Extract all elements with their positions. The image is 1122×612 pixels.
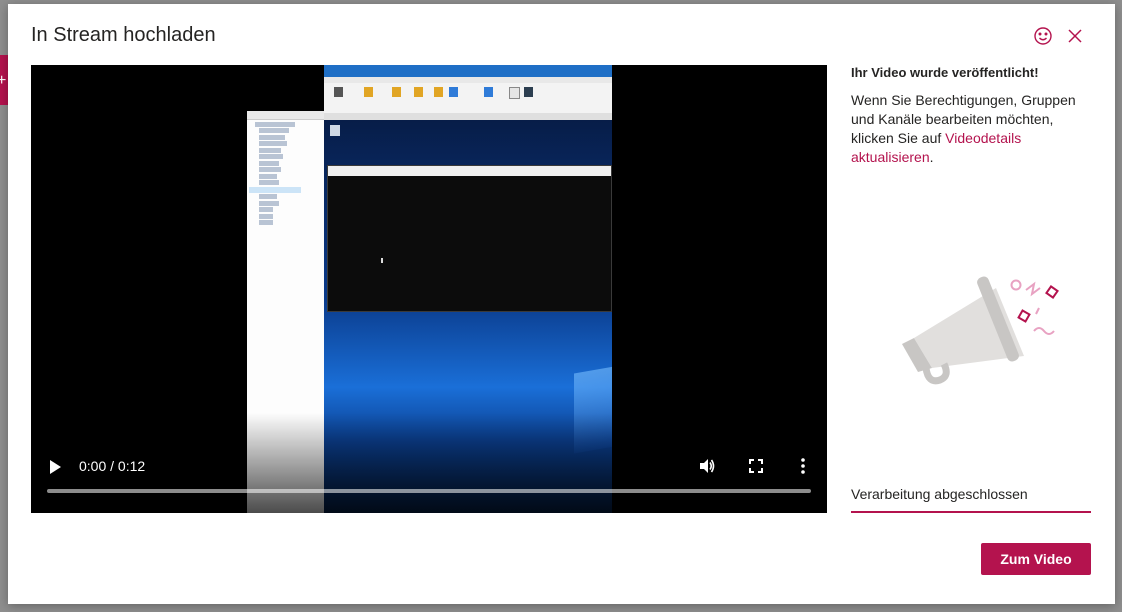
video-frame-console [327, 165, 612, 312]
processing-status: Verarbeitung abgeschlossen [851, 486, 1028, 502]
fullscreen-icon[interactable] [747, 457, 765, 475]
upload-dialog: In Stream hochladen 0:00 / 0:12 Ihr Vide… [8, 4, 1115, 604]
play-icon[interactable] [48, 459, 62, 475]
video-time: 0:00 / 0:12 [79, 458, 146, 474]
volume-icon[interactable] [698, 457, 716, 475]
video-player[interactable]: 0:00 / 0:12 [31, 65, 827, 513]
dialog-title: In Stream hochladen [31, 24, 216, 46]
publish-heading: Ihr Video wurde veröffentlicht! [851, 65, 1039, 80]
video-frame [247, 65, 612, 513]
processing-progress-line [851, 511, 1091, 513]
video-progress-bar[interactable] [47, 489, 811, 493]
go-to-video-button[interactable]: Zum Video [981, 543, 1091, 575]
publish-description: Wenn Sie Berechtigungen, Gruppen und Kan… [851, 92, 1076, 165]
publish-info-panel: Ihr Video wurde veröffentlicht! Wenn Sie… [851, 64, 1091, 167]
background-app-button: + [0, 55, 8, 105]
more-options-icon[interactable] [795, 456, 811, 476]
close-icon[interactable] [1064, 25, 1086, 47]
megaphone-icon [902, 276, 1059, 385]
recycle-bin-icon [330, 125, 340, 136]
smiley-icon[interactable] [1032, 25, 1054, 47]
